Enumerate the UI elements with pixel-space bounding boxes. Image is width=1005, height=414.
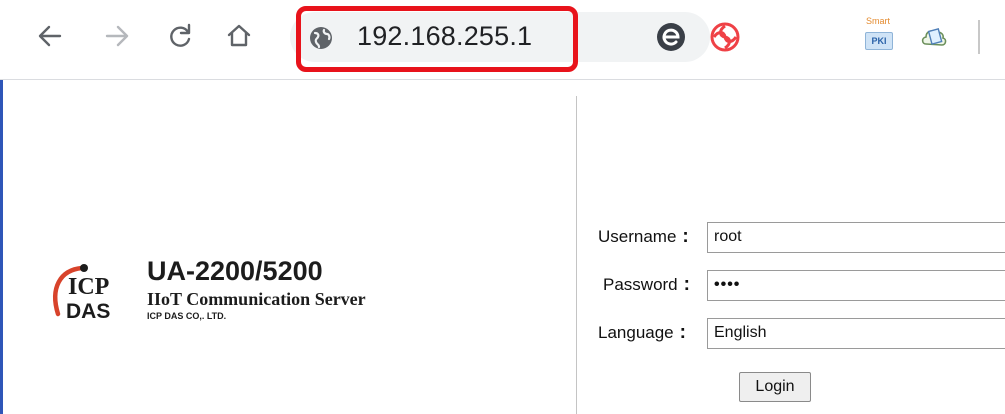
password-label: Password: [603, 274, 690, 296]
username-input[interactable]: root [707, 222, 1005, 253]
reload-icon[interactable] [162, 18, 198, 54]
swirl-extension-icon[interactable] [708, 20, 742, 54]
toolbar-separator [978, 20, 980, 54]
url-highlight-box [296, 6, 578, 72]
forward-arrow-icon[interactable] [99, 18, 135, 54]
product-description: IIoT Communication Server [147, 289, 366, 309]
logo-text-top: ICP [68, 274, 109, 300]
language-colon: : [679, 322, 686, 343]
pki-label-top: Smart [865, 16, 890, 26]
language-label-text: Language [598, 323, 674, 342]
icpdas-logo: ICP DAS [46, 248, 142, 328]
browser-toolbar: 192.168.255.1 Smart PKI [0, 0, 1005, 80]
back-arrow-icon[interactable] [32, 18, 68, 54]
password-label-text: Password [603, 275, 678, 294]
username-colon: : [682, 226, 689, 247]
username-label: Username: [598, 226, 689, 248]
smart-pki-extension-icon[interactable]: Smart PKI [859, 16, 897, 56]
password-colon: : [683, 274, 690, 295]
logo-text-bottom: DAS [66, 300, 110, 323]
cloud-extension-icon[interactable] [918, 20, 952, 54]
panel-divider [576, 96, 577, 414]
password-input[interactable]: •••• [707, 270, 1005, 301]
language-select[interactable]: English [707, 318, 1005, 349]
login-button[interactable]: Login [739, 372, 811, 402]
language-label: Language: [598, 322, 686, 344]
company-name: ICP DAS CO,. LTD. [147, 311, 227, 321]
product-name: UA-2200/5200 [147, 256, 323, 286]
pki-label-box: PKI [865, 32, 893, 50]
page-left-border [0, 80, 3, 414]
e-extension-icon[interactable] [654, 20, 688, 54]
home-icon[interactable] [221, 18, 257, 54]
username-label-text: Username [598, 227, 677, 246]
